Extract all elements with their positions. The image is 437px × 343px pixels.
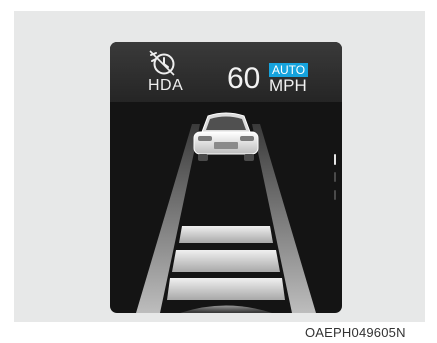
steering-wheel-clock-icon	[149, 50, 175, 76]
distance-bar	[167, 278, 285, 300]
page-indicator	[334, 190, 336, 200]
road-view	[136, 112, 316, 313]
page-indicator	[334, 172, 336, 182]
car-rear-icon	[193, 112, 259, 161]
distance-bar	[172, 250, 280, 272]
cluster-display: HDA 60 AUTO MPH	[110, 42, 342, 313]
image-caption: OAEPH049605N	[305, 325, 406, 340]
auto-badge: AUTO	[269, 63, 309, 77]
status-bar: HDA 60 AUTO MPH	[110, 42, 342, 102]
hda-label: HDA	[148, 77, 184, 94]
set-speed-value: 60	[227, 62, 261, 95]
speed-unit: MPH	[269, 76, 307, 95]
own-vehicle-hood	[180, 305, 272, 313]
page-indicator-active	[334, 154, 336, 165]
distance-bar	[179, 226, 273, 243]
